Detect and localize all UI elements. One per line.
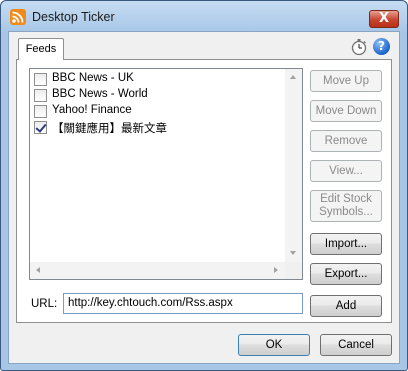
feed-list[interactable]: BBC News - UK BBC News - World Yahoo! Fi… — [29, 68, 303, 280]
tab-feeds[interactable]: Feeds — [18, 38, 64, 60]
feed-label: Yahoo! Finance — [52, 104, 132, 116]
scroll-up-icon[interactable] — [290, 75, 296, 79]
feed-label: BBC News - World — [52, 88, 148, 100]
rss-icon — [10, 9, 26, 25]
stopwatch-icon[interactable] — [350, 38, 368, 56]
move-down-button[interactable]: Move Down — [310, 100, 382, 122]
feed-checkbox[interactable] — [34, 105, 47, 118]
scroll-corner — [285, 262, 302, 279]
edit-stock-label-line2: Symbols... — [319, 206, 373, 218]
scroll-right-icon[interactable] — [274, 267, 278, 273]
scroll-left-icon[interactable] — [36, 267, 40, 273]
list-item[interactable]: BBC News - UK — [32, 71, 287, 87]
feed-checkbox[interactable] — [34, 121, 47, 134]
edit-stock-symbols-button[interactable]: Edit Stock Symbols... — [310, 190, 382, 222]
ok-button[interactable]: OK — [238, 334, 310, 356]
move-up-button[interactable]: Move Up — [310, 70, 382, 92]
window-title: Desktop Ticker — [32, 10, 115, 24]
list-item[interactable]: 【關鍵應用】最新文章 — [32, 119, 287, 135]
url-label: URL: — [31, 298, 58, 310]
edit-stock-label-line1: Edit Stock — [320, 193, 372, 205]
vertical-scrollbar[interactable] — [285, 69, 302, 262]
scroll-down-icon[interactable] — [290, 251, 296, 255]
view-button[interactable]: View... — [310, 160, 382, 182]
dialog-window: Desktop Ticker X Feeds ? BBC News - UK B… — [0, 0, 408, 371]
cancel-button[interactable]: Cancel — [320, 334, 392, 356]
feed-checkbox[interactable] — [34, 73, 47, 86]
feed-label: BBC News - UK — [52, 72, 134, 84]
title-bar[interactable]: Desktop Ticker X — [1, 1, 407, 31]
import-button[interactable]: Import... — [310, 233, 382, 255]
feed-checkbox[interactable] — [34, 89, 47, 102]
close-button[interactable]: X — [369, 10, 399, 28]
remove-button[interactable]: Remove — [310, 130, 382, 152]
list-item[interactable]: BBC News - World — [32, 87, 287, 103]
export-button[interactable]: Export... — [310, 263, 382, 285]
help-icon[interactable]: ? — [373, 38, 390, 55]
horizontal-scrollbar[interactable] — [30, 262, 285, 279]
list-item[interactable]: Yahoo! Finance — [32, 103, 287, 119]
add-button[interactable]: Add — [310, 295, 382, 317]
dialog-client: Feeds ? BBC News - UK BBC News - World Y… — [8, 31, 400, 364]
url-field[interactable]: http://key.chtouch.com/Rss.aspx — [63, 293, 303, 314]
feed-label: 【關鍵應用】最新文章 — [52, 123, 167, 135]
